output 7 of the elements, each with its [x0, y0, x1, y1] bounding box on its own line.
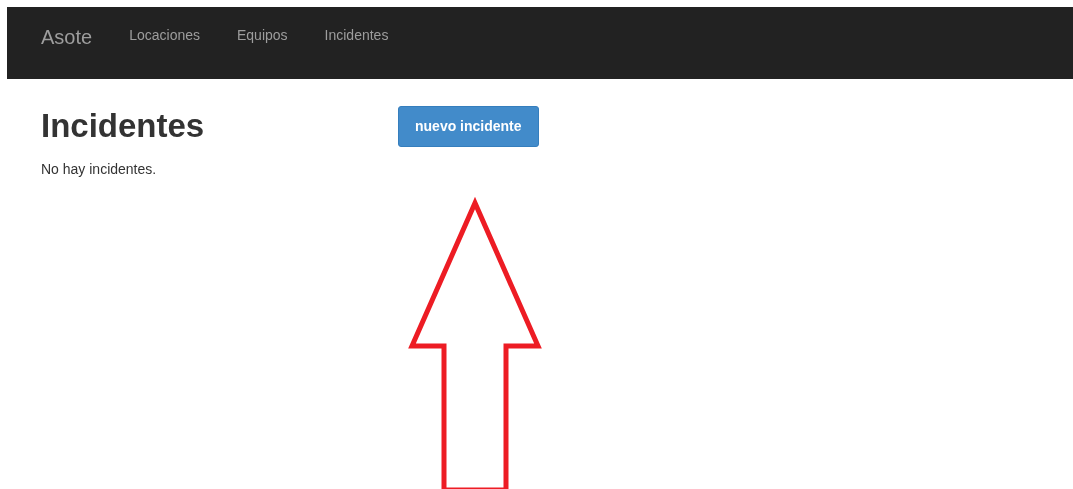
new-incident-button[interactable]: nuevo incidente	[398, 106, 539, 147]
page-title: Incidentes	[41, 106, 206, 146]
nav-link[interactable]: Incidentes	[324, 25, 389, 46]
brand-link[interactable]: Asote	[41, 22, 93, 52]
nav-link[interactable]: Locaciones	[129, 25, 200, 46]
empty-message: No hay incidentes.	[41, 160, 158, 179]
nav-link[interactable]: Equipos	[237, 25, 288, 46]
